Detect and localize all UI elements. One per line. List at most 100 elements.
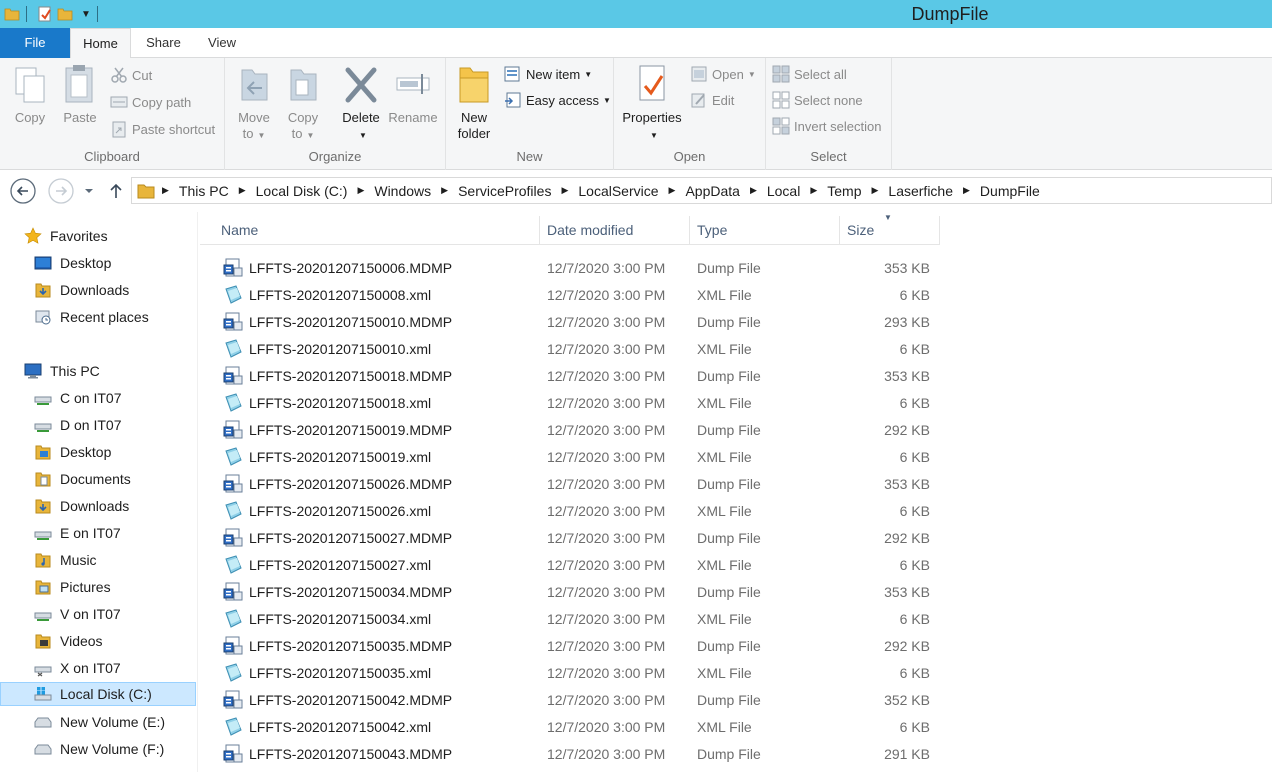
copy-path-button[interactable]: Copy path	[110, 91, 191, 113]
nav-e-on-it07[interactable]: E on IT07	[0, 521, 196, 545]
chevron-right-icon[interactable]: ▶	[441, 185, 448, 196]
new-item-button[interactable]: New item ▼	[504, 63, 592, 85]
column-header-name[interactable]: Name	[200, 216, 540, 245]
file-row[interactable]: LFFTS-20201207150027.xml 12/7/2020 3:00 P…	[200, 551, 940, 578]
new-folder-icon[interactable]	[57, 6, 73, 22]
nav-local-disk-c[interactable]: Local Disk (C:)	[0, 682, 196, 706]
chevron-right-icon[interactable]: ▶	[871, 185, 878, 196]
properties-icon[interactable]	[37, 6, 53, 22]
breadcrumb-laserfiche[interactable]: Laserfiche ▶	[888, 178, 980, 203]
nav-desktop[interactable]: Desktop	[0, 440, 196, 464]
file-row[interactable]: LFFTS-20201207150010.xml 12/7/2020 3:00 P…	[200, 335, 940, 362]
chevron-right-icon[interactable]: ▶	[669, 185, 676, 196]
file-row[interactable]: LFFTS-20201207150043.MDMP 12/7/2020 3:00 …	[200, 740, 940, 767]
recent-locations-dropdown[interactable]	[79, 177, 99, 205]
column-header-type[interactable]: Type	[690, 216, 840, 245]
properties-button[interactable]: Properties ▼	[620, 62, 684, 144]
file-row[interactable]: LFFTS-20201207150035.xml 12/7/2020 3:00 P…	[200, 659, 940, 686]
nav-d-on-it07[interactable]: D on IT07	[0, 413, 196, 437]
tab-home[interactable]: Home	[70, 28, 131, 59]
nav-videos[interactable]: Videos	[0, 629, 196, 653]
breadcrumb-temp[interactable]: Temp ▶	[827, 178, 888, 203]
breadcrumb-localservice[interactable]: LocalService ▶	[578, 178, 685, 203]
nav-music[interactable]: Music	[0, 548, 196, 572]
breadcrumb-local[interactable]: Local ▶	[767, 178, 827, 203]
tab-file[interactable]: File	[0, 28, 70, 58]
open-button[interactable]: Open ▼	[690, 63, 756, 85]
up-button[interactable]	[104, 177, 128, 205]
file-type: XML File	[697, 286, 752, 303]
nav-this-pc[interactable]: This PC	[0, 359, 196, 383]
chevron-right-icon[interactable]: ▶	[357, 185, 364, 196]
file-row[interactable]: LFFTS-20201207150034.xml 12/7/2020 3:00 P…	[200, 605, 940, 632]
copy-button[interactable]: Copy	[7, 62, 53, 126]
file-row[interactable]: LFFTS-20201207150018.xml 12/7/2020 3:00 P…	[200, 389, 940, 416]
breadcrumb-serviceprofiles[interactable]: ServiceProfiles ▶	[458, 178, 578, 203]
address-bar[interactable]: ▶ This PC ▶ Local Disk (C:) ▶ Windows ▶ Ser…	[131, 177, 1272, 204]
nav-fav-recent-places[interactable]: Recent places	[0, 305, 196, 329]
select-all-button[interactable]: Select all	[772, 63, 847, 85]
file-row[interactable]: LFFTS-20201207150026.xml 12/7/2020 3:00 P…	[200, 497, 940, 524]
file-row[interactable]: LFFTS-20201207150010.MDMP 12/7/2020 3:00 …	[200, 308, 940, 335]
nav-new-volume-f[interactable]: New Volume (F:)	[0, 737, 196, 761]
chevron-right-icon[interactable]: ▶	[963, 185, 970, 196]
tab-view[interactable]: View	[196, 28, 248, 58]
file-row[interactable]: LFFTS-20201207150034.MDMP 12/7/2020 3:00 …	[200, 578, 940, 605]
chevron-right-icon[interactable]: ▶	[750, 185, 757, 196]
file-size: 353 KB	[884, 259, 930, 276]
new-folder-button[interactable]: New folder	[451, 62, 497, 142]
file-row[interactable]: LFFTS-20201207150019.MDMP 12/7/2020 3:00 …	[200, 416, 940, 443]
column-header-date-modified[interactable]: Date modified	[540, 216, 690, 245]
nav-label: X on IT07	[60, 660, 121, 676]
file-size: 293 KB	[884, 313, 930, 330]
edit-button[interactable]: Edit	[690, 89, 734, 111]
tab-share[interactable]: Share	[136, 28, 191, 58]
breadcrumb-this-pc[interactable]: This PC ▶	[179, 178, 256, 203]
customize-toolbar-dropdown[interactable]: ▼	[81, 9, 91, 20]
paste-shortcut-button[interactable]: Paste shortcut	[110, 118, 215, 140]
chevron-right-icon[interactable]: ▶	[810, 185, 817, 196]
nav-pictures[interactable]: Pictures	[0, 575, 196, 599]
nav-fav-downloads[interactable]: Downloads	[0, 278, 196, 302]
breadcrumb-dumpfile[interactable]: DumpFile	[980, 178, 1040, 203]
file-row[interactable]: LFFTS-20201207150027.MDMP 12/7/2020 3:00 …	[200, 524, 940, 551]
select-none-button[interactable]: Select none	[772, 89, 863, 111]
paste-button[interactable]: Paste	[57, 62, 103, 126]
nav-downloads[interactable]: Downloads	[0, 494, 196, 518]
nav-new-volume-e[interactable]: New Volume (E:)	[0, 710, 196, 734]
file-row[interactable]: LFFTS-20201207150042.xml 12/7/2020 3:00 P…	[200, 713, 940, 740]
easy-access-button[interactable]: Easy access ▼	[504, 89, 611, 111]
breadcrumb-windows[interactable]: Windows ▶	[374, 178, 458, 203]
nav-x-on-it07[interactable]: X on IT07	[0, 656, 196, 680]
file-row[interactable]: LFFTS-20201207150008.xml 12/7/2020 3:00 P…	[200, 281, 940, 308]
file-name: LFFTS-20201207150035.xml	[249, 664, 432, 681]
column-header-size[interactable]: ▼ Size	[840, 213, 940, 245]
nav-v-on-it07[interactable]: V on IT07	[0, 602, 196, 626]
file-row[interactable]: LFFTS-20201207150042.MDMP 12/7/2020 3:00 …	[200, 686, 940, 713]
file-row[interactable]: LFFTS-20201207150019.xml 12/7/2020 3:00 P…	[200, 443, 940, 470]
breadcrumb-local-disk[interactable]: Local Disk (C:) ▶	[256, 178, 375, 203]
breadcrumb-appdata[interactable]: AppData ▶	[685, 178, 766, 203]
nav-documents[interactable]: Documents	[0, 467, 196, 491]
delete-button[interactable]: Delete ▼	[338, 62, 384, 144]
rename-button[interactable]: Rename	[387, 62, 439, 126]
forward-button[interactable]	[47, 177, 75, 205]
nav-c-on-it07[interactable]: C on IT07	[0, 386, 196, 410]
folder-icon[interactable]	[4, 6, 20, 22]
copy-to-button[interactable]: Copy to ▼	[280, 62, 326, 144]
nav-fav-desktop[interactable]: Desktop	[0, 251, 196, 275]
file-row[interactable]: LFFTS-20201207150026.MDMP 12/7/2020 3:00 …	[200, 470, 940, 497]
nav-favorites[interactable]: Favorites	[0, 224, 196, 248]
chevron-right-icon[interactable]: ▶	[561, 185, 568, 196]
move-to-button[interactable]: Move to ▼	[231, 62, 277, 144]
organize-group: Move to ▼ Copy to ▼ Delete ▼ Rename Organi…	[225, 58, 446, 170]
breadcrumb-root-arrow[interactable]: ▶	[155, 178, 179, 203]
file-row[interactable]: LFFTS-20201207150018.MDMP 12/7/2020 3:00 …	[200, 362, 940, 389]
chevron-right-icon[interactable]: ▶	[239, 185, 246, 196]
invert-selection-button[interactable]: Invert selection	[772, 115, 881, 137]
file-row[interactable]: LFFTS-20201207150035.MDMP 12/7/2020 3:00 …	[200, 632, 940, 659]
back-button[interactable]	[9, 177, 37, 205]
nav-label: V on IT07	[60, 606, 121, 622]
cut-button[interactable]: Cut	[110, 64, 152, 86]
file-row[interactable]: LFFTS-20201207150006.MDMP 12/7/2020 3:00 …	[200, 254, 940, 281]
